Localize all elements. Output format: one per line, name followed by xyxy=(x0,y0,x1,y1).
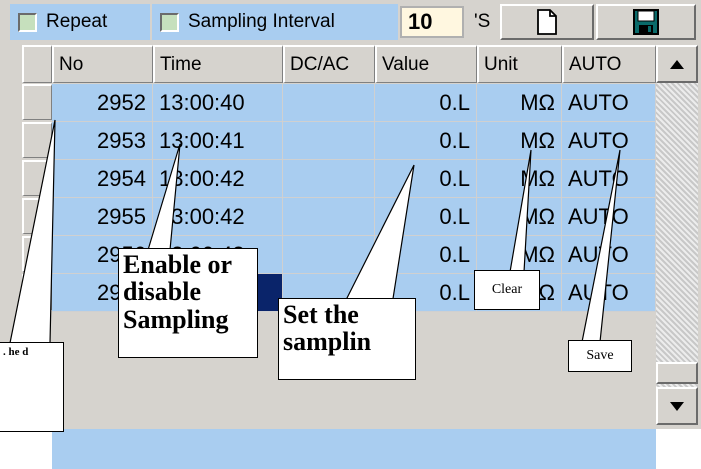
column-header-dcac[interactable]: DC/AC xyxy=(283,45,375,83)
cell-value[interactable]: 0.L xyxy=(375,198,477,236)
row-header[interactable] xyxy=(22,84,52,120)
cell-value[interactable]: 0.L xyxy=(375,160,477,198)
cell-time[interactable]: 13:00:41 xyxy=(153,122,283,160)
grid-empty-area xyxy=(52,429,656,469)
save-callout: Save xyxy=(568,340,632,372)
clear-callout: Clear xyxy=(474,270,540,310)
cell-time[interactable]: 13:00:40 xyxy=(153,84,283,122)
row-header[interactable] xyxy=(22,236,52,272)
cell-auto[interactable]: AUTO xyxy=(562,160,656,198)
new-document-icon xyxy=(537,9,557,35)
sampling-interval-label: Sampling Interval xyxy=(188,11,335,32)
corner-header xyxy=(22,45,52,83)
cell-unit[interactable]: MΩ xyxy=(477,122,562,160)
sampling-interval-input[interactable]: 10 xyxy=(400,6,464,38)
sampling-interval-checkbox[interactable]: Sampling Interval xyxy=(152,4,398,40)
cell-dcac[interactable] xyxy=(283,84,375,122)
sampling-checkbox-box[interactable] xyxy=(160,12,179,32)
repeat-checkbox[interactable]: Repeat xyxy=(10,4,150,40)
cell-auto[interactable]: AUTO xyxy=(562,84,656,122)
column-header-value[interactable]: Value xyxy=(375,45,477,83)
save-button[interactable] xyxy=(596,4,696,40)
toolbar: Repeat Sampling Interval 10 'S xyxy=(0,0,701,44)
cell-auto[interactable]: AUTO xyxy=(562,198,656,236)
column-header-auto[interactable]: AUTO xyxy=(562,45,656,83)
cell-no[interactable]: 2954 xyxy=(52,160,153,198)
cell-auto[interactable]: AUTO xyxy=(562,122,656,160)
cell-dcac[interactable] xyxy=(283,198,375,236)
interval-unit-label: 'S xyxy=(474,11,491,32)
new-button[interactable] xyxy=(500,4,594,40)
arrow-down-icon xyxy=(670,401,684,411)
scrollbar-thumb[interactable] xyxy=(656,362,698,384)
column-header-no[interactable]: No xyxy=(52,45,153,83)
cell-unit[interactable]: MΩ xyxy=(477,236,562,274)
cell-dcac[interactable] xyxy=(283,160,375,198)
row-header[interactable] xyxy=(22,274,52,310)
cell-no[interactable]: 2953 xyxy=(52,122,153,160)
arrow-up-icon xyxy=(670,59,684,69)
cell-time[interactable]: 13:00:42 xyxy=(153,198,283,236)
repeat-checkbox-box[interactable] xyxy=(18,12,37,32)
enable-sampling-callout: Enable or disable Sampling xyxy=(118,248,258,358)
row-header[interactable] xyxy=(22,198,52,234)
cell-auto[interactable]: AUTO xyxy=(562,236,656,274)
cell-value[interactable]: 0.L xyxy=(375,236,477,274)
cell-no[interactable]: 2955 xyxy=(52,198,153,236)
left-partial-callout: . he d xyxy=(0,342,64,432)
cell-auto[interactable]: AUTO xyxy=(562,274,656,312)
cell-unit[interactable]: MΩ xyxy=(477,160,562,198)
cell-dcac[interactable] xyxy=(283,122,375,160)
cell-dcac[interactable] xyxy=(283,236,375,274)
cell-unit[interactable]: MΩ xyxy=(477,84,562,122)
repeat-label: Repeat xyxy=(46,11,108,32)
scroll-up-button[interactable] xyxy=(656,45,698,83)
column-header-time[interactable]: Time xyxy=(153,45,283,83)
cell-unit[interactable]: MΩ xyxy=(477,198,562,236)
cell-no[interactable]: 2952 xyxy=(52,84,153,122)
cell-time[interactable]: 13:00:42 xyxy=(153,160,283,198)
cell-value[interactable]: 0.L xyxy=(375,122,477,160)
row-header[interactable] xyxy=(22,160,52,196)
column-header-unit[interactable]: Unit xyxy=(477,45,562,83)
row-header[interactable] xyxy=(22,122,52,158)
cell-value[interactable]: 0.L xyxy=(375,84,477,122)
scroll-down-button[interactable] xyxy=(656,387,698,425)
set-sampling-callout: Set the samplin xyxy=(278,298,416,380)
floppy-disk-icon xyxy=(633,9,659,35)
